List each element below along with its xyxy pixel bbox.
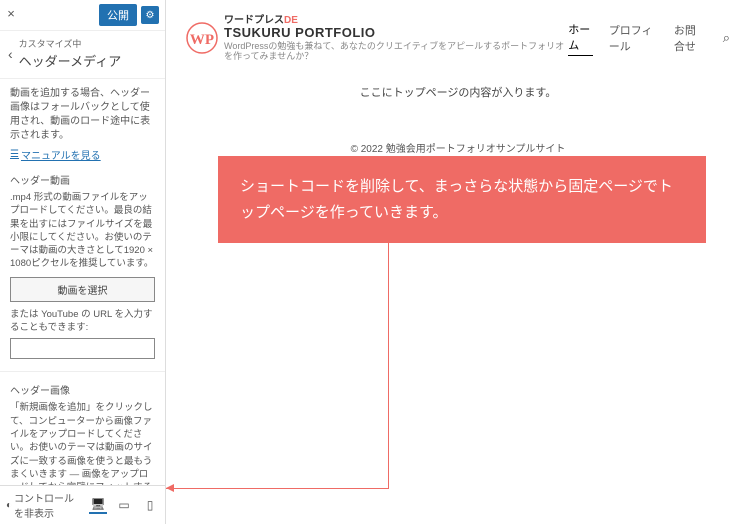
image-section-label: ヘッダー画像 xyxy=(10,382,155,397)
site-brand[interactable]: WP ワードプレスDE TSUKURU PORTFOLIO WordPressの… xyxy=(186,14,568,62)
panel-title: ヘッダーメディア xyxy=(19,51,157,70)
customizer-footer: ◐コントロールを非表示 🖥 ▭ ▯ xyxy=(0,485,165,524)
hide-controls[interactable]: ◐コントロールを非表示 xyxy=(6,490,81,520)
publish-button[interactable]: 公開 xyxy=(99,4,137,26)
annotation-arrow-icon xyxy=(166,484,174,492)
manual-link[interactable]: ☰マニュアルを見る xyxy=(10,147,101,162)
page-content: ここにトップページの内容が入ります。 xyxy=(186,84,730,100)
nav-home[interactable]: ホーム xyxy=(568,21,592,56)
annotation-connector xyxy=(166,488,389,489)
intro-text: 動画を追加する場合、ヘッダー画像はフォールバックとして使用され、動画のロード途中… xyxy=(10,87,155,143)
youtube-url-input[interactable] xyxy=(10,338,155,359)
annotation-callout: ショートコードを削除して、まっさらな状態から固定ページでトップページを作っていき… xyxy=(218,156,706,243)
back-icon[interactable]: ‹ xyxy=(8,46,13,62)
customizer-topbar: × 公開 ⚙ xyxy=(0,0,165,31)
site-header: WP ワードプレスDE TSUKURU PORTFOLIO WordPressの… xyxy=(186,10,730,70)
youtube-help: または YouTube の URL を入力することもできます: xyxy=(10,308,155,335)
search-icon[interactable]: ⌕ xyxy=(723,30,730,46)
brand-name: TSUKURU PORTFOLIO xyxy=(224,26,568,40)
customizer-sidebar: × 公開 ⚙ ‹ カスタマイズ中 ヘッダーメディア 動画を追加する場合、ヘッダー… xyxy=(0,0,166,524)
panel-body: 動画を追加する場合、ヘッダー画像はフォールバックとして使用され、動画のロード途中… xyxy=(0,79,165,485)
annotation-connector xyxy=(388,228,389,488)
panel-header: ‹ カスタマイズ中 ヘッダーメディア xyxy=(0,31,165,79)
select-video-button[interactable]: 動画を選択 xyxy=(10,277,155,302)
breadcrumb: カスタマイズ中 xyxy=(19,37,157,50)
desktop-icon[interactable]: 🖥 xyxy=(89,496,107,514)
video-section-label: ヘッダー動画 xyxy=(10,172,155,187)
copyright: © 2022 勉強会用ポートフォリオサンプルサイト xyxy=(186,140,730,155)
gear-icon[interactable]: ⚙ xyxy=(141,6,159,24)
site-preview: WP ワードプレスDE TSUKURU PORTFOLIO WordPressの… xyxy=(166,0,750,524)
tablet-icon[interactable]: ▭ xyxy=(115,496,133,514)
wp-logo-icon: WP xyxy=(186,22,218,54)
nav-profile[interactable]: プロフィール xyxy=(609,22,658,54)
primary-nav: ホーム プロフィール お問合せ ⌕ xyxy=(568,21,730,56)
mobile-icon[interactable]: ▯ xyxy=(141,496,159,514)
site-tagline: WordPressの勉強も兼ねて、あなたのクリエイティブをアピールするポートフォ… xyxy=(224,42,568,62)
svg-text:WP: WP xyxy=(190,32,214,48)
video-help: .mp4 形式の動画ファイルをアップロードしてください。最良の結果を出すにはファ… xyxy=(10,191,155,271)
close-icon[interactable]: × xyxy=(4,6,18,21)
image-help: 「新規画像を追加」をクリックして、コンピューターから画像ファイルをアップロードし… xyxy=(10,401,155,485)
nav-contact[interactable]: お問合せ xyxy=(674,22,707,54)
